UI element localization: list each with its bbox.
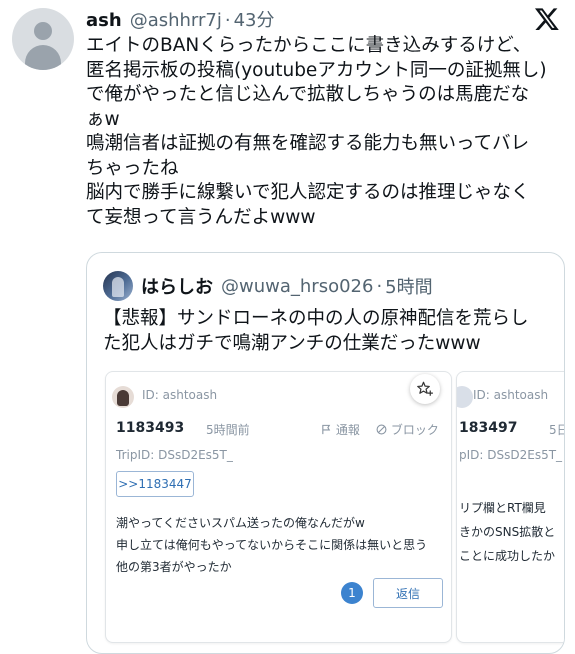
- quote-avatar[interactable]: [103, 271, 133, 301]
- quote-line: 【悲報】サンドローネの中の人の原神配信を荒らし: [103, 308, 529, 329]
- post-time: 5日: [549, 423, 564, 437]
- reply-button-image: 返信: [373, 578, 443, 608]
- post-line: 申し立ては俺何もやってないからそこに関係は無いと思う: [116, 538, 428, 552]
- post-time: 5時間前: [206, 423, 250, 437]
- avatar-body: [25, 45, 61, 70]
- separator-dot: ·: [224, 10, 231, 31]
- post-avatar: [112, 386, 134, 408]
- attached-image-2[interactable]: ID: ashtoash 183497 5日 pID: DSsD2Es5T_ リ…: [456, 371, 564, 643]
- post-avatar: [457, 386, 473, 408]
- report-label: 通報: [335, 423, 360, 437]
- block-label: ブロック: [390, 423, 439, 437]
- tweet-line: 匿名掲示板の投稿(youtubeアカウント同一の証拠無し): [86, 59, 547, 81]
- star-icon: [417, 381, 433, 396]
- quote-display-name[interactable]: はらしお: [141, 273, 213, 299]
- attached-image-1[interactable]: ID: ashtoash 1183493 5時間前 通報 ブロック TripID…: [105, 371, 452, 643]
- post-line: 他の第3者がやったか: [116, 560, 232, 574]
- tweet-header: ash @ashhrr7j · 43分: [86, 6, 275, 32]
- tweet-line: エイトのBANくらったからここに書き込みするけど、: [86, 35, 532, 56]
- quote-handle[interactable]: @wuwa_hrso026: [221, 276, 373, 297]
- tweet-line: て妄想って言うんだよwww: [86, 206, 316, 228]
- user-avatar[interactable]: [12, 8, 74, 70]
- separator-dot: ·: [376, 275, 383, 297]
- x-logo-icon[interactable]: [533, 6, 561, 32]
- quote-text: 【悲報】サンドローネの中の人の原神配信を荒らし た犯人はガチで鳴潮アンチの仕業だ…: [103, 307, 553, 356]
- avatar-head: [34, 22, 52, 40]
- trip-id: TripID: DSsD2Es5T_: [116, 448, 233, 462]
- star-plus-icon[interactable]: [410, 374, 440, 404]
- tweet-text: エイトのBANくらったからここに書き込みするけど、 匿名掲示板の投稿(youtu…: [86, 34, 564, 230]
- display-name[interactable]: ash: [86, 10, 122, 31]
- quote-time[interactable]: 5時間: [385, 273, 432, 299]
- reply-anchor-link: >>1183447: [116, 471, 194, 497]
- tweet-line: 鳴潮信者は証拠の有無を確認する能力も無いってバレ: [86, 133, 530, 154]
- post-line: 潮やってくださいスパム送ったの俺なんだがw: [116, 516, 365, 530]
- post-line: リプ欄とRT欄見: [459, 501, 546, 515]
- post-id-label: ID: ashtoash: [473, 388, 549, 402]
- quote-header: はらしお @wuwa_hrso026 · 5時間: [103, 271, 433, 301]
- reply-count-badge: 1: [341, 582, 363, 604]
- post-body: リプ欄とRT欄見 きかのSNS拡散と ことに成功したか: [459, 496, 555, 568]
- report-link: 通報: [321, 421, 360, 438]
- flag-icon: [322, 424, 331, 435]
- quoted-tweet[interactable]: はらしお @wuwa_hrso026 · 5時間 【悲報】サンドローネの中の人の…: [86, 252, 565, 654]
- quote-line: た犯人はガチで鳴潮アンチの仕業だったwww: [103, 332, 481, 354]
- post-number: 183497: [459, 420, 518, 436]
- trip-id: pID: DSsD2Es5T_: [459, 448, 563, 462]
- tweet-time[interactable]: 43分: [234, 6, 275, 32]
- block-link: ブロック: [376, 421, 439, 438]
- user-handle[interactable]: @ashhrr7j: [130, 10, 222, 31]
- block-circle-icon: [376, 424, 387, 435]
- tweet-line: ぁw: [86, 108, 120, 130]
- post-line: ことに成功したか: [459, 549, 556, 563]
- post-body: 潮やってくださいスパム送ったの俺なんだがw 申し立ては俺何もやってないからそこに…: [116, 512, 427, 578]
- tweet-line: 脳内で勝手に線繋いで犯人認定するのは推理じゃなく: [86, 182, 530, 203]
- post-line: きかのSNS拡散と: [459, 525, 556, 539]
- post-number: 1183493: [116, 420, 185, 436]
- post-id-label: ID: ashtoash: [142, 388, 218, 402]
- tweet-line: で俺がやったと信じ込んで拡散しちゃうのは馬鹿だな: [86, 84, 530, 105]
- tweet-line: ちゃったね: [86, 157, 179, 179]
